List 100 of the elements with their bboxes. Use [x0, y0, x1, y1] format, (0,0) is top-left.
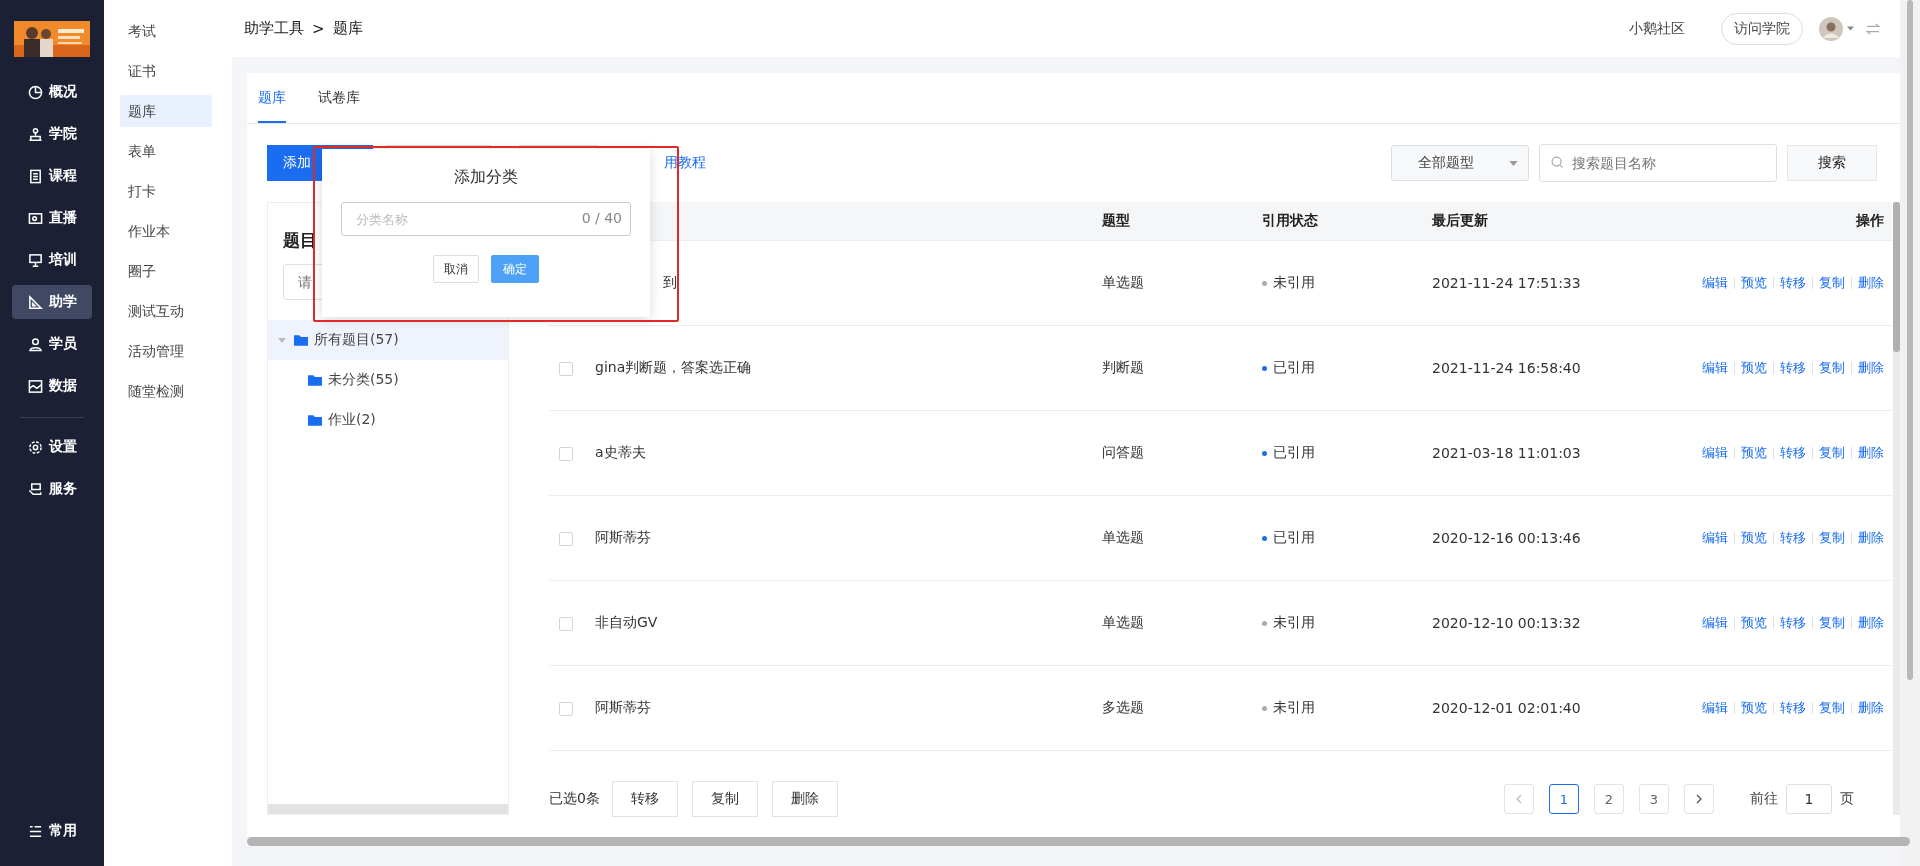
action-link[interactable]: 编辑: [1702, 444, 1728, 462]
action-link[interactable]: 预览: [1741, 444, 1767, 462]
tab[interactable]: 题库: [258, 73, 286, 123]
tree-item[interactable]: 作业(2): [268, 400, 508, 440]
avatar-icon[interactable]: [1819, 16, 1843, 41]
tree-item[interactable]: 未分类(55): [268, 360, 508, 400]
subnav-item[interactable]: 打卡: [120, 175, 212, 207]
nav-item[interactable]: 助学: [12, 285, 92, 319]
nav-item[interactable]: 服务: [12, 472, 92, 506]
action-link[interactable]: 复制: [1819, 359, 1845, 377]
scrollbar[interactable]: [247, 837, 1910, 846]
nav-item[interactable]: 培训: [12, 243, 92, 277]
action-link[interactable]: 删除: [1858, 444, 1884, 462]
checkbox[interactable]: [559, 617, 573, 631]
checkbox[interactable]: [559, 362, 573, 376]
action-link[interactable]: 编辑: [1702, 359, 1728, 377]
visit-academy-button[interactable]: 访问学院: [1721, 12, 1803, 45]
action-link[interactable]: 预览: [1741, 529, 1767, 547]
action-link[interactable]: 编辑: [1702, 614, 1728, 632]
action-link[interactable]: 复制: [1819, 614, 1845, 632]
folder-icon: [308, 374, 322, 386]
page-number-field[interactable]: 1: [1786, 784, 1832, 814]
action-link[interactable]: 转移: [1780, 274, 1806, 292]
action-link[interactable]: 转移: [1780, 529, 1806, 547]
action-link[interactable]: 编辑: [1702, 529, 1728, 547]
action-link[interactable]: 复制: [1819, 699, 1845, 717]
breadcrumb-link[interactable]: 助学工具: [244, 19, 304, 38]
nav-item[interactable]: 直播: [12, 201, 92, 235]
action-link[interactable]: 复制: [1819, 529, 1845, 547]
action-link[interactable]: 编辑: [1702, 699, 1728, 717]
caret-icon[interactable]: [1847, 26, 1854, 31]
action-link[interactable]: 转移: [1780, 444, 1806, 462]
question-title: 非自动GV: [595, 614, 658, 630]
list-icon: [28, 823, 43, 839]
nav-item[interactable]: 学院: [12, 117, 92, 151]
type-select[interactable]: 全部题型: [1391, 145, 1529, 181]
status-text: 未引用: [1273, 274, 1315, 292]
search-button[interactable]: 搜索: [1787, 145, 1877, 181]
action-link[interactable]: 删除: [1858, 274, 1884, 292]
subnav-item[interactable]: 圈子: [120, 255, 212, 287]
action-link[interactable]: 预览: [1741, 359, 1767, 377]
scrollbar[interactable]: [1900, 0, 1920, 866]
nav-item[interactable]: 设置: [12, 430, 92, 464]
bulk-action-button[interactable]: 复制: [691, 781, 758, 817]
column-header: 题型: [1102, 212, 1131, 230]
action-link[interactable]: 转移: [1780, 699, 1806, 717]
checkbox[interactable]: [559, 702, 573, 716]
nav-item[interactable]: 数据: [12, 369, 92, 403]
community-link[interactable]: 小鹅社区: [1629, 19, 1685, 38]
action-link[interactable]: 删除: [1858, 529, 1884, 547]
next-page-button[interactable]: [1684, 784, 1714, 814]
subnav-item[interactable]: 随堂检测: [120, 375, 212, 407]
action-link[interactable]: 预览: [1741, 274, 1767, 292]
action-link[interactable]: 删除: [1858, 614, 1884, 632]
nav-item[interactable]: 常用: [12, 814, 92, 848]
settings-icon: [28, 439, 43, 455]
table-cell: 单选题: [1102, 529, 1144, 545]
breadcrumb-current: 题库: [332, 19, 363, 38]
action-link[interactable]: 预览: [1741, 614, 1767, 632]
subnav-item[interactable]: 测试互动: [120, 295, 212, 327]
table-cell: 判断题: [1102, 359, 1144, 375]
page-button[interactable]: 2: [1594, 784, 1624, 814]
action-link[interactable]: 预览: [1741, 699, 1767, 717]
nav-item[interactable]: 概况: [12, 75, 92, 109]
bulk-action-button[interactable]: 删除: [771, 781, 838, 817]
action-link[interactable]: 转移: [1780, 359, 1806, 377]
subnav-item[interactable]: 活动管理: [120, 335, 212, 367]
search-field[interactable]: 搜索题目名称: [1539, 144, 1777, 182]
page-button[interactable]: 3: [1639, 784, 1669, 814]
scrollbar[interactable]: [1893, 202, 1900, 815]
question-title: a史蒂夫: [595, 444, 646, 460]
action-link[interactable]: 编辑: [1702, 274, 1728, 292]
action-link[interactable]: 复制: [1819, 444, 1845, 462]
subnav-item[interactable]: 考试: [120, 15, 212, 47]
subnav-item[interactable]: 作业本: [120, 215, 212, 247]
subnav-item[interactable]: 证书: [120, 55, 212, 87]
action-link[interactable]: 删除: [1858, 699, 1884, 717]
cancel-button[interactable]: 取消: [433, 255, 479, 283]
checkbox[interactable]: [559, 447, 573, 461]
chevron-right-icon: [1696, 794, 1702, 804]
subnav-item[interactable]: 表单: [120, 135, 212, 167]
question-title: gina判断题，答案选正确: [595, 359, 752, 375]
bulk-action-button[interactable]: 转移: [611, 781, 678, 817]
table-cell: 2020-12-01 02:01:40: [1432, 700, 1581, 716]
tree-item[interactable]: 所有题目(57): [268, 320, 508, 360]
previous-page-button[interactable]: [1504, 784, 1534, 814]
folder-icon: [308, 414, 322, 426]
action-link[interactable]: 删除: [1858, 359, 1884, 377]
tab[interactable]: 试卷库: [318, 73, 360, 123]
scrollbar[interactable]: [268, 804, 508, 814]
page-button[interactable]: 1: [1549, 784, 1579, 814]
subnav-item[interactable]: 题库: [120, 95, 212, 127]
status-text: 未引用: [1273, 614, 1315, 632]
checkbox[interactable]: [559, 532, 573, 546]
nav-item[interactable]: 课程: [12, 159, 92, 193]
tutorial-link[interactable]: 用教程: [664, 154, 706, 172]
action-link[interactable]: 复制: [1819, 274, 1845, 292]
nav-item[interactable]: 学员: [12, 327, 92, 361]
action-link[interactable]: 转移: [1780, 614, 1806, 632]
swap-icon[interactable]: [1866, 22, 1880, 35]
